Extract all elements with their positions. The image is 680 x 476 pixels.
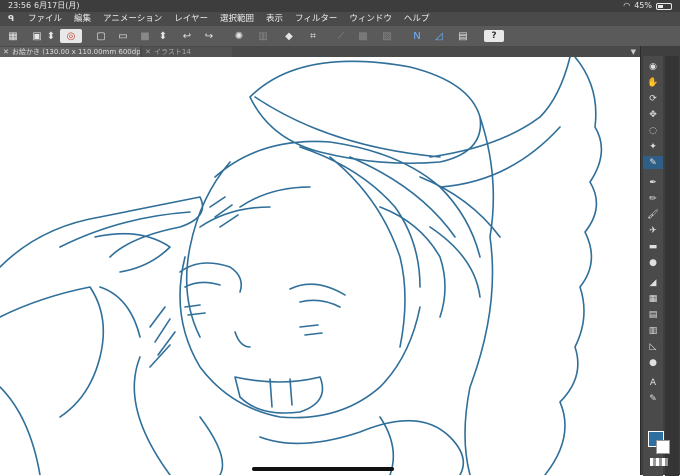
- transform-icon[interactable]: ▥: [256, 29, 270, 43]
- undo-icon[interactable]: ↩: [180, 29, 194, 43]
- frame-icon[interactable]: ▥: [643, 324, 663, 337]
- pen-icon[interactable]: N: [410, 29, 424, 43]
- hand-icon[interactable]: ✋: [643, 76, 663, 89]
- help-icon[interactable]: ?: [484, 30, 504, 42]
- rotate-icon[interactable]: ⟳: [643, 92, 663, 105]
- panel-sidebar: [665, 56, 679, 476]
- gradient-icon[interactable]: ▦: [643, 292, 663, 305]
- status-right: ◠ 45%: [623, 0, 672, 12]
- command-bar: ▦ ▣ ⬍ ◎ ▢ ▭ ■ ⬍ ↩ ↪ ✺ ▥ ◆ ⌗ ⟋ ▩ ▨ N ◿ ▤ …: [0, 26, 680, 47]
- save-icon[interactable]: ▣: [30, 29, 44, 43]
- tab-inactive-document[interactable]: ✕ イラスト14: [142, 47, 232, 57]
- fill-icon[interactable]: ■: [138, 29, 152, 43]
- tool-palette: ◉ ✋ ⟳ ✥ ◌ ✦ ✎ ✒ ✏ 🖌 ✈ ▬ ● ◢ ▦ ▤ ▥ ◺ ● A …: [640, 46, 680, 476]
- wand-icon[interactable]: ✦: [643, 140, 663, 153]
- home-indicator[interactable]: [252, 467, 394, 471]
- new-icon[interactable]: ▢: [94, 29, 108, 43]
- wifi-icon: ◠: [623, 1, 631, 10]
- menu-selection[interactable]: 選択範囲: [214, 12, 260, 26]
- tool-column: ◉ ✋ ⟳ ✥ ◌ ✦ ✎ ✒ ✏ 🖌 ✈ ▬ ● ◢ ▦ ▤ ▥ ◺ ● A …: [643, 56, 663, 476]
- status-bar: 23:56 6月17日(月) ◠ 45%: [0, 0, 680, 12]
- sketch-artwork: [0, 57, 603, 475]
- tab-active-document[interactable]: ✕ お絵かき (130.00 x 110.00mm 600dpi 174.9%): [0, 47, 140, 57]
- clock: 23:56: [8, 1, 32, 10]
- transparent-color-swatch[interactable]: [650, 458, 668, 466]
- eyedropper-icon[interactable]: ✎: [643, 156, 663, 169]
- menu-view[interactable]: 表示: [260, 12, 289, 26]
- close-icon[interactable]: ✕: [3, 47, 9, 57]
- close-icon[interactable]: ✕: [145, 47, 151, 57]
- sub-color-swatch[interactable]: [656, 440, 670, 454]
- menu-help[interactable]: ヘルプ: [398, 12, 436, 26]
- logo-toggle-icon[interactable]: ◎: [60, 29, 82, 43]
- menu-animation[interactable]: アニメーション: [97, 12, 168, 26]
- dropdown-icon[interactable]: ⬍: [44, 29, 58, 43]
- tab-bar: ✕ お絵かき (130.00 x 110.00mm 600dpi 174.9%)…: [0, 46, 640, 57]
- spinner-icon[interactable]: ✺: [232, 29, 246, 43]
- battery-percent: 45%: [634, 1, 652, 10]
- airbrush-icon[interactable]: ✈: [643, 224, 663, 237]
- ruler-tool-icon[interactable]: ◺: [643, 340, 663, 353]
- battery-icon: [656, 2, 672, 10]
- tab-label: お絵かき (130.00 x 110.00mm 600dpi 174.9%): [12, 48, 140, 56]
- color-fill-icon[interactable]: ▤: [456, 29, 470, 43]
- grid-icon[interactable]: ▦: [6, 29, 20, 43]
- open-icon[interactable]: ▭: [116, 29, 130, 43]
- tab-label: イラスト14: [154, 48, 191, 56]
- grid2-icon[interactable]: ▩: [356, 29, 370, 43]
- clear-icon[interactable]: ◆: [282, 29, 296, 43]
- menu-bar: ᑫ ファイル 編集 アニメーション レイヤー 選択範囲 表示 フィルター ウィン…: [0, 12, 680, 26]
- date: 6月17日(月): [34, 1, 80, 10]
- fold-icon[interactable]: ◿: [432, 29, 446, 43]
- balloon-icon[interactable]: ✎: [643, 392, 663, 405]
- menu-window[interactable]: ウィンドウ: [343, 12, 398, 26]
- pencil-icon[interactable]: ✏: [643, 192, 663, 205]
- blend-icon[interactable]: ●: [643, 256, 663, 269]
- brush-icon[interactable]: 🖌: [643, 208, 663, 221]
- menu-edit[interactable]: 編集: [68, 12, 97, 26]
- layer-icon[interactable]: ▨: [380, 29, 394, 43]
- menu-file[interactable]: ファイル: [22, 12, 68, 26]
- chevron-down-icon[interactable]: ▼: [631, 48, 636, 56]
- crop-icon[interactable]: ⌗: [306, 29, 320, 43]
- pen-tool-icon[interactable]: ✒: [643, 176, 663, 189]
- menu-filter[interactable]: フィルター: [289, 12, 343, 26]
- dot-icon[interactable]: ●: [643, 356, 663, 369]
- drawing-canvas[interactable]: [0, 57, 640, 475]
- figure-icon[interactable]: ▤: [643, 308, 663, 321]
- move-icon[interactable]: ✥: [643, 108, 663, 121]
- zoom-icon[interactable]: ◉: [643, 60, 663, 73]
- eraser-icon[interactable]: ▬: [643, 240, 663, 253]
- menu-layer[interactable]: レイヤー: [168, 12, 214, 26]
- redo-icon[interactable]: ↪: [202, 29, 216, 43]
- stepper-icon[interactable]: ⬍: [156, 29, 170, 43]
- ruler-icon[interactable]: ⟋: [334, 29, 348, 43]
- lasso-icon[interactable]: ◌: [643, 124, 663, 137]
- text-icon[interactable]: A: [643, 376, 663, 389]
- app-logo-icon[interactable]: ᑫ: [0, 12, 22, 26]
- fill-tool-icon[interactable]: ◢: [643, 276, 663, 289]
